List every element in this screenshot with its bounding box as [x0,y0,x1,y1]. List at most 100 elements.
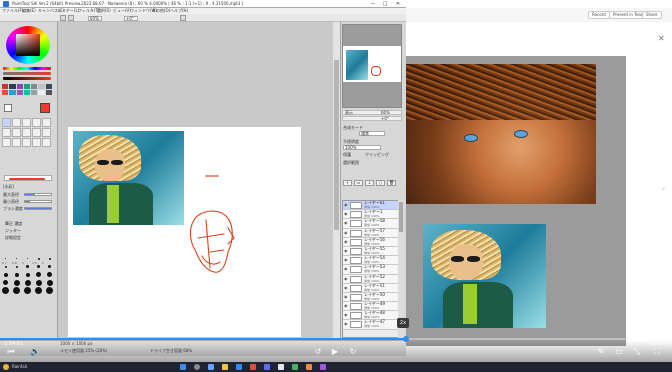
brush-size-dot[interactable] [24,279,31,286]
eye-icon[interactable]: ◉ [344,248,348,253]
layer-row[interactable]: ◉ レイヤー47 通常 100% [343,320,403,330]
option-advanced[interactable]: 詳細設定 [5,235,21,240]
clear-layer-icon[interactable]: ○ [376,180,385,186]
tool-magic-wand-icon[interactable] [22,118,31,127]
toolbar-zoom-field[interactable]: 60% [88,16,102,21]
tool-marker-icon[interactable] [42,128,51,137]
brush-size-dot[interactable] [46,271,53,278]
swatch-row[interactable] [2,90,52,95]
brush-size-dot[interactable] [46,255,53,262]
clipping-label[interactable]: クリッピング [365,152,389,157]
brush-size-dot[interactable] [13,287,20,294]
pasted-reference-image[interactable] [73,131,184,225]
merge-layer-icon[interactable]: ↓ [365,180,374,186]
sai-taskbar-icon[interactable] [278,364,284,370]
play-icon[interactable]: ▶ [330,348,340,356]
new-layer-icon[interactable]: ＋ [343,180,352,186]
min-size-slider[interactable] [24,200,52,203]
tool-watercolor-icon[interactable] [32,128,41,137]
eye-icon[interactable]: ◉ [344,239,348,244]
foreground-color[interactable] [40,103,50,113]
hue-slider[interactable] [3,67,51,70]
canvas-scroll-thumb[interactable] [334,60,339,230]
rewind-icon[interactable]: ↺ [313,348,323,356]
brush-size-dot[interactable] [24,287,31,294]
eye-icon[interactable]: ◉ [344,276,348,281]
eye-icon[interactable]: ◉ [344,258,348,262]
brush-size-dot[interactable] [13,271,20,278]
file-explorer-icon[interactable] [222,364,228,370]
chevron-right-icon[interactable]: › [662,184,665,193]
captions-icon[interactable]: ▭ [614,348,624,356]
volume-icon[interactable]: 🔊 [30,348,40,356]
eye-icon[interactable]: ◉ [344,221,348,225]
brush-size-dot[interactable] [2,287,9,294]
new-folder-icon[interactable]: ▭ [354,180,363,186]
brush-size-dot[interactable] [24,255,31,262]
brush-size-dot[interactable] [35,279,42,286]
tool-pencil-icon[interactable] [42,138,51,147]
brush-size-dot[interactable] [35,271,42,278]
eye-icon[interactable]: ◉ [344,322,348,326]
swatch-row[interactable] [2,84,52,89]
tool-pen-icon[interactable] [2,128,11,137]
tool-zoom-icon[interactable] [42,118,51,127]
undo-icon[interactable] [60,15,66,21]
eye-icon[interactable]: ◉ [344,304,348,308]
eye-icon[interactable]: ◉ [344,230,348,235]
delete-layer-icon[interactable]: 🗑 [387,180,396,186]
fullscreen-icon[interactable]: ⛶ [652,348,662,356]
brush-size-dot[interactable] [46,287,53,294]
eye-icon[interactable]: ◉ [344,294,348,299]
layer-list[interactable]: ◉ レイヤー61 通常 100% ◉ レイヤー1 通常 100% ◉ レイヤー58 通常 1… [342,200,404,338]
maximize-icon[interactable]: □ [380,0,390,8]
app-icon[interactable] [320,364,326,370]
edit-icon[interactable]: ✎ [596,348,606,356]
eye-icon[interactable]: ◉ [344,203,348,207]
app-icon[interactable] [292,364,298,370]
saturation-slider[interactable] [3,72,51,75]
minimize-icon[interactable]: — [368,0,378,8]
blend-mode-select[interactable]: 通常 [359,131,385,136]
close-viewer-icon[interactable]: ✕ [658,34,665,43]
background-color[interactable] [4,104,12,112]
tool-eraser-icon[interactable] [2,138,11,147]
brush-size-dot[interactable] [24,271,31,278]
zoom-row[interactable]: 表示 60% [342,110,402,115]
eye-icon[interactable]: ◉ [344,313,348,317]
option-pressure[interactable]: 筆圧 濃度 [5,221,22,226]
task-view-icon[interactable] [208,364,214,370]
eye-icon[interactable]: ◉ [344,212,348,216]
brush-size-dot[interactable] [35,287,42,294]
search-icon[interactable] [194,364,200,370]
redo-icon[interactable] [68,15,74,21]
eye-icon[interactable]: ◉ [344,285,348,290]
edge-icon[interactable] [236,364,242,370]
app-icon[interactable] [306,364,312,370]
value-slider[interactable] [3,77,51,80]
start-icon[interactable] [180,364,186,370]
skip-back-icon[interactable]: ⏮ [6,348,16,356]
tool-selection-icon[interactable] [2,118,11,127]
flip-icon[interactable] [180,15,186,21]
weather-text[interactable]: Rainfall [12,362,27,372]
tool-brush-icon[interactable] [22,128,31,137]
brush-size-dot[interactable] [2,271,9,278]
brush-size-dot[interactable] [46,279,53,286]
tool-blur-icon[interactable] [32,138,41,147]
record-button[interactable]: Record [588,11,610,19]
opacity-field[interactable]: 100% [343,145,381,150]
pip-icon[interactable]: ⤡ [632,348,642,356]
teams-icon[interactable] [264,364,270,370]
forward-icon[interactable]: ↻ [348,348,358,356]
eye-icon[interactable]: ◉ [344,267,348,271]
close-icon[interactable]: ✕ [393,0,403,8]
navigator-preview[interactable] [343,46,401,82]
playback-speed-button[interactable]: 2x [397,318,409,328]
tool-lasso-icon[interactable] [12,118,21,127]
video-progress-handle[interactable] [402,336,409,342]
brush-size-dot[interactable] [2,279,9,286]
saturation-value-square[interactable] [16,34,40,56]
density-slider[interactable] [24,207,52,210]
tool-airbrush-icon[interactable] [12,128,21,137]
